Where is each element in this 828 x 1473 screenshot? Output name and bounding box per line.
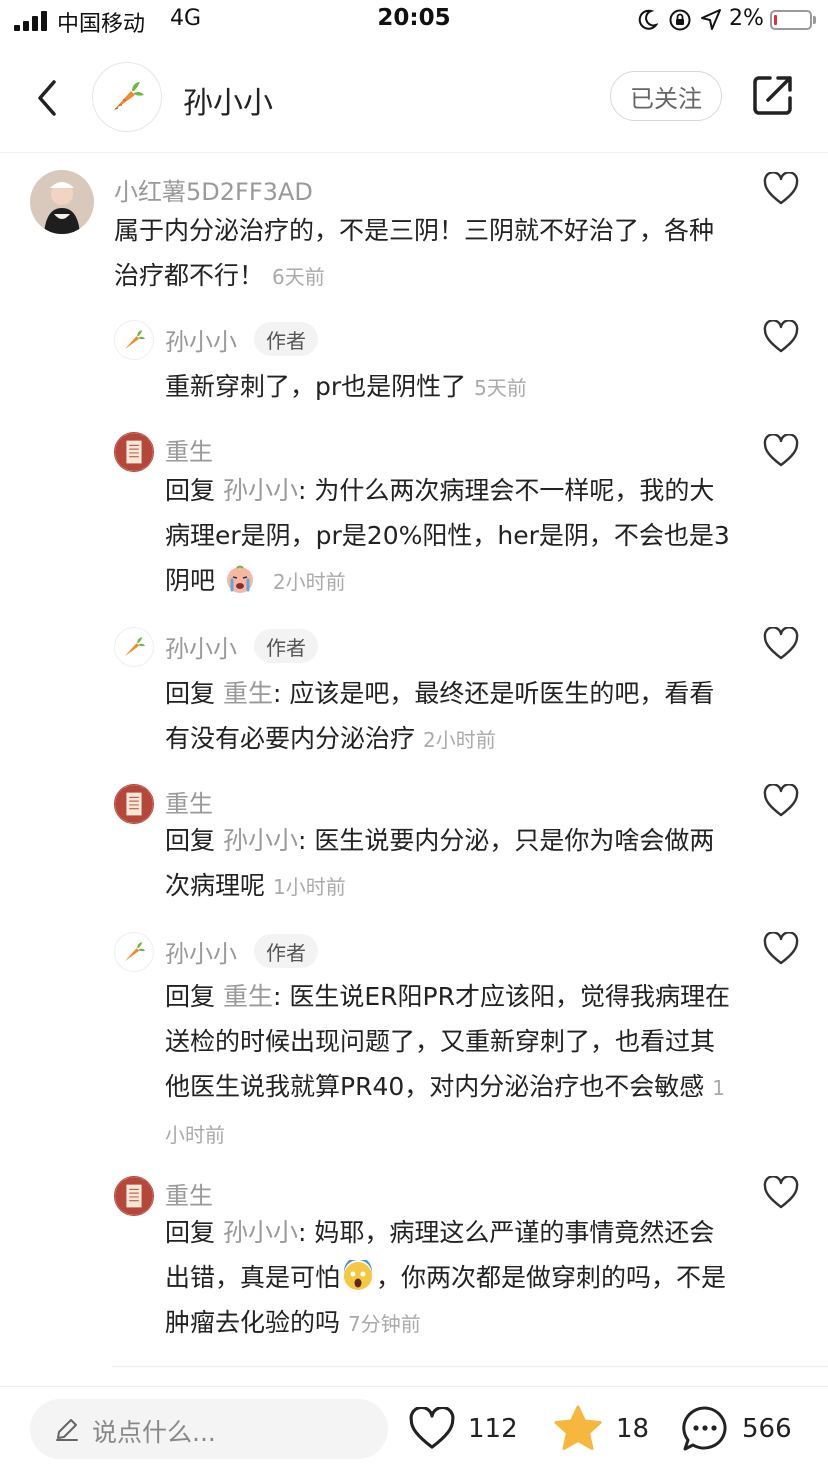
comment-time: 5天前 bbox=[474, 376, 527, 400]
like-heart-icon[interactable] bbox=[763, 320, 799, 354]
reply-label: 回复 bbox=[165, 1218, 216, 1247]
carrot-icon bbox=[124, 942, 146, 962]
author-badge: 作者 bbox=[254, 322, 318, 356]
reply-target[interactable]: 孙小小 bbox=[223, 826, 298, 855]
reply-item: 重生 回复 孙小小: 为什么两次病理会不一样呢，我的大病理er是阴，pr是20%… bbox=[0, 428, 828, 608]
comment-body: 重新穿刺了，pr也是阴性了 bbox=[165, 372, 467, 401]
list-divider bbox=[112, 1366, 828, 1367]
like-heart-icon[interactable] bbox=[763, 627, 799, 661]
bottom-action-bar: 说点什么... 112 18 566 bbox=[0, 1386, 828, 1473]
moon-icon bbox=[638, 9, 658, 30]
rotation-lock-icon bbox=[669, 9, 691, 31]
comment-author[interactable]: 重生 bbox=[165, 1176, 213, 1211]
battery-icon bbox=[770, 10, 812, 30]
comment-author[interactable]: 重生 bbox=[165, 784, 213, 819]
comment-input[interactable]: 说点什么... bbox=[30, 1399, 388, 1459]
comment-author[interactable]: 小红薯5D2FF3AD bbox=[114, 172, 313, 207]
header-bar: 孙小小 已关注 bbox=[0, 44, 828, 153]
like-heart-icon[interactable] bbox=[763, 784, 799, 818]
comment-item: 小红薯5D2FF3AD 属于内分泌治疗的，不是三阴！三阴就不好治了，各种治疗都不… bbox=[0, 160, 828, 300]
reply-target[interactable]: 孙小小 bbox=[223, 1218, 298, 1247]
battery-percent: 2% bbox=[729, 6, 764, 31]
reply-item: 孙小小 作者 回复 重生: 医生说ER阳PR才应该阳，觉得我病理在送检的时候出现… bbox=[0, 930, 828, 1155]
comment-count: 566 bbox=[742, 1414, 792, 1444]
collect-count: 18 bbox=[616, 1414, 650, 1444]
chat-bubble-icon bbox=[682, 1406, 727, 1451]
comment-body: 属于内分泌治疗的，不是三阴！三阴就不好治了，各种治疗都不行！ bbox=[114, 216, 715, 290]
reply-target[interactable]: 孙小小 bbox=[223, 476, 298, 505]
user-avatar[interactable] bbox=[114, 627, 154, 667]
reply-label: 回复 bbox=[165, 826, 216, 855]
heart-icon bbox=[409, 1407, 455, 1449]
comment-input-placeholder: 说点什么... bbox=[92, 1418, 216, 1447]
red-seal-avatar bbox=[115, 785, 153, 823]
comment-time: 1小时前 bbox=[273, 875, 346, 899]
page-title: 孙小小 bbox=[183, 86, 273, 121]
crying-face-icon bbox=[226, 565, 253, 593]
comment-text: 回复 孙小小: 医生说要内分泌，只是你为啥会做两次病理呢 1小时前 bbox=[165, 818, 735, 910]
share-icon[interactable] bbox=[750, 72, 796, 118]
comment-author[interactable]: 重生 bbox=[165, 432, 213, 467]
comment-author[interactable]: 孙小小 bbox=[165, 934, 237, 969]
pencil-icon bbox=[56, 1419, 78, 1441]
reply-label: 回复 bbox=[165, 476, 216, 505]
like-heart-icon[interactable] bbox=[763, 434, 799, 468]
screaming-face-icon bbox=[343, 1260, 373, 1290]
star-icon bbox=[554, 1405, 602, 1450]
reply-item: 孙小小 作者 回复 重生: 应该是吧，最终还是听医生的吧，看看有没有必要内分泌治… bbox=[0, 625, 828, 765]
author-avatar[interactable] bbox=[92, 62, 162, 132]
comment-author[interactable]: 孙小小 bbox=[165, 629, 237, 664]
reply-item: 重生 回复 孙小小: 医生说要内分泌，只是你为啥会做两次病理呢 1小时前 bbox=[0, 780, 828, 910]
like-heart-icon[interactable] bbox=[763, 1176, 799, 1210]
follow-button[interactable]: 已关注 bbox=[610, 71, 722, 121]
like-heart-icon[interactable] bbox=[763, 172, 799, 206]
comment-time: 2小时前 bbox=[272, 570, 346, 594]
red-seal-avatar bbox=[115, 1177, 153, 1215]
reply-target[interactable]: 重生 bbox=[223, 679, 273, 708]
carrot-icon bbox=[124, 330, 146, 350]
user-avatar[interactable] bbox=[30, 170, 94, 234]
comment-author[interactable]: 孙小小 bbox=[165, 322, 237, 357]
reply-label: 回复 bbox=[165, 679, 216, 708]
reply-label: 回复 bbox=[165, 982, 216, 1011]
comment-text: 属于内分泌治疗的，不是三阴！三阴就不好治了，各种治疗都不行！ 6天前 bbox=[114, 208, 714, 300]
reply-item: 重生 回复 孙小小: 妈耶，病理这么严谨的事情竟然还会出错，真是可怕 ，你两次都是… bbox=[0, 1172, 828, 1362]
carrot-icon bbox=[113, 82, 144, 111]
red-seal-avatar bbox=[115, 433, 153, 471]
carrot-icon bbox=[124, 637, 146, 657]
comment-time: 2小时前 bbox=[423, 728, 496, 752]
back-arrow-icon[interactable] bbox=[30, 74, 66, 122]
like-button[interactable]: 112 bbox=[408, 1397, 518, 1461]
comment-button[interactable]: 566 bbox=[680, 1397, 792, 1461]
user-avatar[interactable] bbox=[114, 1176, 154, 1216]
author-badge: 作者 bbox=[254, 629, 318, 663]
baby-photo-avatar bbox=[30, 170, 94, 234]
collect-button[interactable]: 18 bbox=[552, 1397, 649, 1461]
comment-text: 回复 重生: 医生说ER阳PR才应该阳，觉得我病理在送检的时候出现问题了，又重新… bbox=[165, 974, 735, 1158]
comment-time: 7分钟前 bbox=[348, 1312, 421, 1336]
user-avatar[interactable] bbox=[114, 784, 154, 824]
user-avatar[interactable] bbox=[114, 320, 154, 360]
user-avatar[interactable] bbox=[114, 932, 154, 972]
reply-target[interactable]: 重生 bbox=[223, 982, 273, 1011]
author-badge: 作者 bbox=[254, 934, 318, 968]
like-heart-icon[interactable] bbox=[763, 932, 799, 966]
comment-time: 6天前 bbox=[272, 265, 325, 289]
user-avatar[interactable] bbox=[114, 432, 154, 472]
comment-text: 回复 孙小小: 妈耶，病理这么严谨的事情竟然还会出错，真是可怕 ，你两次都是做穿刺… bbox=[165, 1210, 735, 1347]
reply-item: 孙小小 作者 重新穿刺了，pr也是阴性了 5天前 bbox=[0, 318, 828, 410]
battery-tip bbox=[813, 16, 816, 24]
location-arrow-icon bbox=[701, 9, 721, 30]
comment-text: 回复 孙小小: 为什么两次病理会不一样呢，我的大病理er是阴，pr是20%阳性，… bbox=[165, 468, 735, 605]
status-bar: 中国移动 4G 20:05 2% bbox=[0, 0, 828, 44]
comment-text: 重新穿刺了，pr也是阴性了 5天前 bbox=[165, 364, 735, 411]
like-count: 112 bbox=[468, 1414, 518, 1444]
comment-text: 回复 重生: 应该是吧，最终还是听医生的吧，看看有没有必要内分泌治疗 2小时前 bbox=[165, 671, 735, 763]
